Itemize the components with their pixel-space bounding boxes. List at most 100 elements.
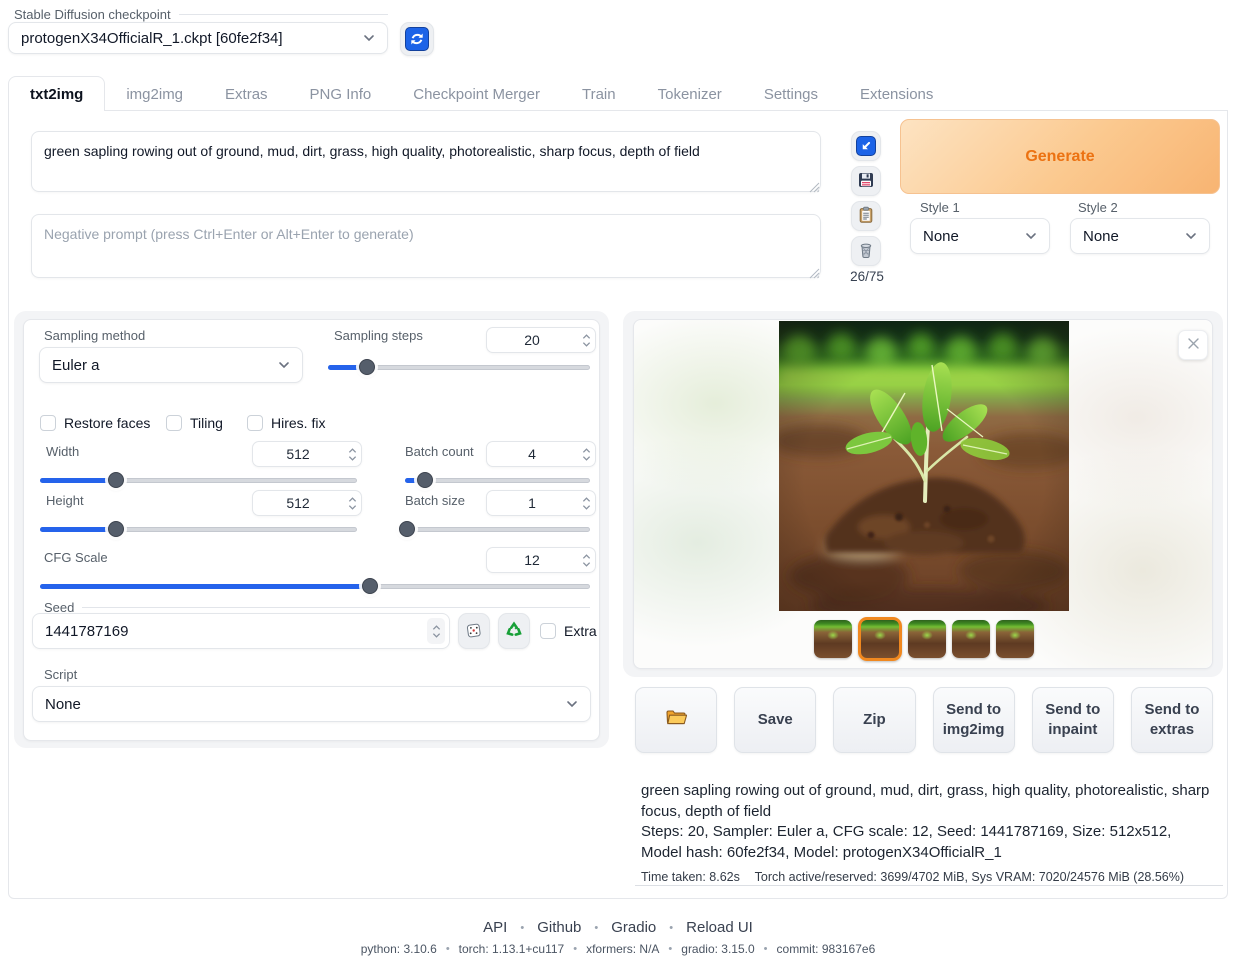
info-divider [635,885,1223,886]
reuse-seed-button[interactable] [498,613,530,649]
clear-prompt-button[interactable] [851,236,881,266]
send-to-inpaint-button[interactable]: Send to inpaint [1032,687,1114,753]
batch-count-slider[interactable] [405,472,590,488]
style2-dropdown[interactable]: None [1070,218,1210,254]
extra-seed-row: Extra [540,623,597,639]
close-icon [1187,337,1200,353]
cfg-scale-slider[interactable] [40,578,590,594]
gradio-version: gradio: 3.15.0 [681,942,754,956]
script-label: Script [44,667,77,682]
save-style-button[interactable] [851,166,881,196]
chevron-down-icon [1185,232,1197,240]
batch-size-slider[interactable] [405,521,590,537]
sampling-steps-slider[interactable] [328,359,590,375]
floppy-disk-icon [857,171,875,192]
cfg-scale-input[interactable]: 12 [486,547,596,573]
refresh-checkpoints-button[interactable] [400,22,434,56]
seed-input[interactable]: 1441787169 [32,613,450,649]
stepper-arrows[interactable] [577,334,595,347]
gallery-thumbnail[interactable] [814,620,852,658]
arrow-down-left-icon [856,136,876,156]
torch-version: torch: 1.13.1+cu117 [459,942,565,956]
width-input[interactable]: 512 [252,441,362,467]
output-buttons-row: Save Zip Send to img2img Send to inpaint… [635,687,1213,753]
width-slider[interactable] [40,472,357,488]
generation-info-prompt: green sapling rowing out of ground, mud,… [641,781,1213,822]
height-slider[interactable] [40,521,357,537]
output-panel [623,311,1223,677]
stable-diffusion-webui: Stable Diffusion checkpoint protogenX34O… [0,0,1236,966]
footer-links: API • Github • Gradio • Reload UI [0,919,1236,936]
python-version: python: 3.10.6 [361,942,437,956]
time-taken: Time taken: 8.62s [641,870,740,884]
gallery-thumbnails [634,614,1213,664]
send-to-extras-button[interactable]: Send to extras [1131,687,1213,753]
generation-info-params: Steps: 20, Sampler: Euler a, CFG scale: … [641,822,1213,863]
checkpoint-dropdown[interactable]: protogenX34OfficialR_1.ckpt [60fe2f34] [8,22,388,54]
tab-tokenizer[interactable]: Tokenizer [637,77,743,111]
gallery-thumbnail[interactable] [996,620,1034,658]
gallery-thumbnail[interactable] [908,620,946,658]
tab-txt2img[interactable]: txt2img [8,76,105,111]
chevron-down-icon [1025,232,1037,240]
send-to-img2img-button[interactable]: Send to img2img [933,687,1015,753]
hires-fix-checkbox-row: Hires. fix [247,415,325,431]
tab-img2img[interactable]: img2img [105,77,204,111]
sampling-steps-label: Sampling steps [334,328,423,343]
tab-settings[interactable]: Settings [743,77,839,111]
zip-button[interactable]: Zip [833,687,915,753]
gallery-card [633,319,1213,669]
save-button[interactable]: Save [734,687,816,753]
trash-icon [857,241,875,262]
footer-link-reload-ui[interactable]: Reload UI [686,919,753,936]
generate-button[interactable]: Generate [900,119,1220,194]
tab-extensions[interactable]: Extensions [839,77,954,111]
negative-prompt-resize-handle[interactable] [809,266,820,277]
tiling-checkbox[interactable] [166,415,182,431]
height-input[interactable]: 512 [252,490,362,516]
checkpoint-value: protogenX34OfficialR_1.ckpt [60fe2f34] [21,30,283,47]
apply-style-button[interactable] [851,201,881,231]
slider-handle[interactable] [359,359,375,375]
close-gallery-button[interactable] [1178,330,1208,360]
random-seed-button[interactable] [458,613,490,649]
negative-prompt-input[interactable] [31,214,821,278]
dice-icon [465,621,483,642]
style1-label: Style 1 [920,200,960,215]
footer-link-github[interactable]: Github [537,919,581,936]
chevron-down-icon [566,700,578,708]
chevron-down-icon [363,34,375,42]
footer-link-api[interactable]: API [483,919,507,936]
footer-link-gradio[interactable]: Gradio [611,919,656,936]
prompt-input[interactable]: green sapling rowing out of ground, mud,… [31,131,821,192]
sampling-steps-input[interactable]: 20 [486,327,596,353]
tiling-checkbox-row: Tiling [166,415,223,431]
tab-extras[interactable]: Extras [204,77,289,111]
extra-seed-checkbox[interactable] [540,623,556,639]
commit-hash: commit: 983167e6 [777,942,876,956]
batch-size-label: Batch size [405,493,465,508]
height-label: Height [46,493,84,508]
tab-png-info[interactable]: PNG Info [289,77,393,111]
batch-size-input[interactable]: 1 [486,490,596,516]
script-dropdown[interactable]: None [32,686,591,722]
sampling-method-dropdown[interactable]: Euler a [39,347,303,383]
tab-bar: txt2img img2img Extras PNG Info Checkpoi… [8,76,1228,111]
gallery-thumbnail[interactable] [858,617,902,661]
tab-checkpoint-merger[interactable]: Checkpoint Merger [392,77,561,111]
tab-train[interactable]: Train [561,77,637,111]
chevron-down-icon [278,361,290,369]
open-folder-button[interactable] [635,687,717,753]
restore-faces-checkbox-row: Restore faces [40,415,150,431]
footer-versions: python: 3.10.6 • torch: 1.13.1+cu117 • x… [0,942,1236,956]
gallery-thumbnail[interactable] [952,620,990,658]
prompt-resize-handle[interactable] [809,180,820,191]
hires-fix-checkbox[interactable] [247,415,263,431]
paste-params-button[interactable] [851,131,881,161]
style1-dropdown[interactable]: None [910,218,1050,254]
generated-image[interactable] [779,321,1069,611]
clipboard-icon [857,206,875,227]
batch-count-input[interactable]: 4 [486,441,596,467]
restore-faces-checkbox[interactable] [40,415,56,431]
token-counter: 26/75 [845,269,889,284]
